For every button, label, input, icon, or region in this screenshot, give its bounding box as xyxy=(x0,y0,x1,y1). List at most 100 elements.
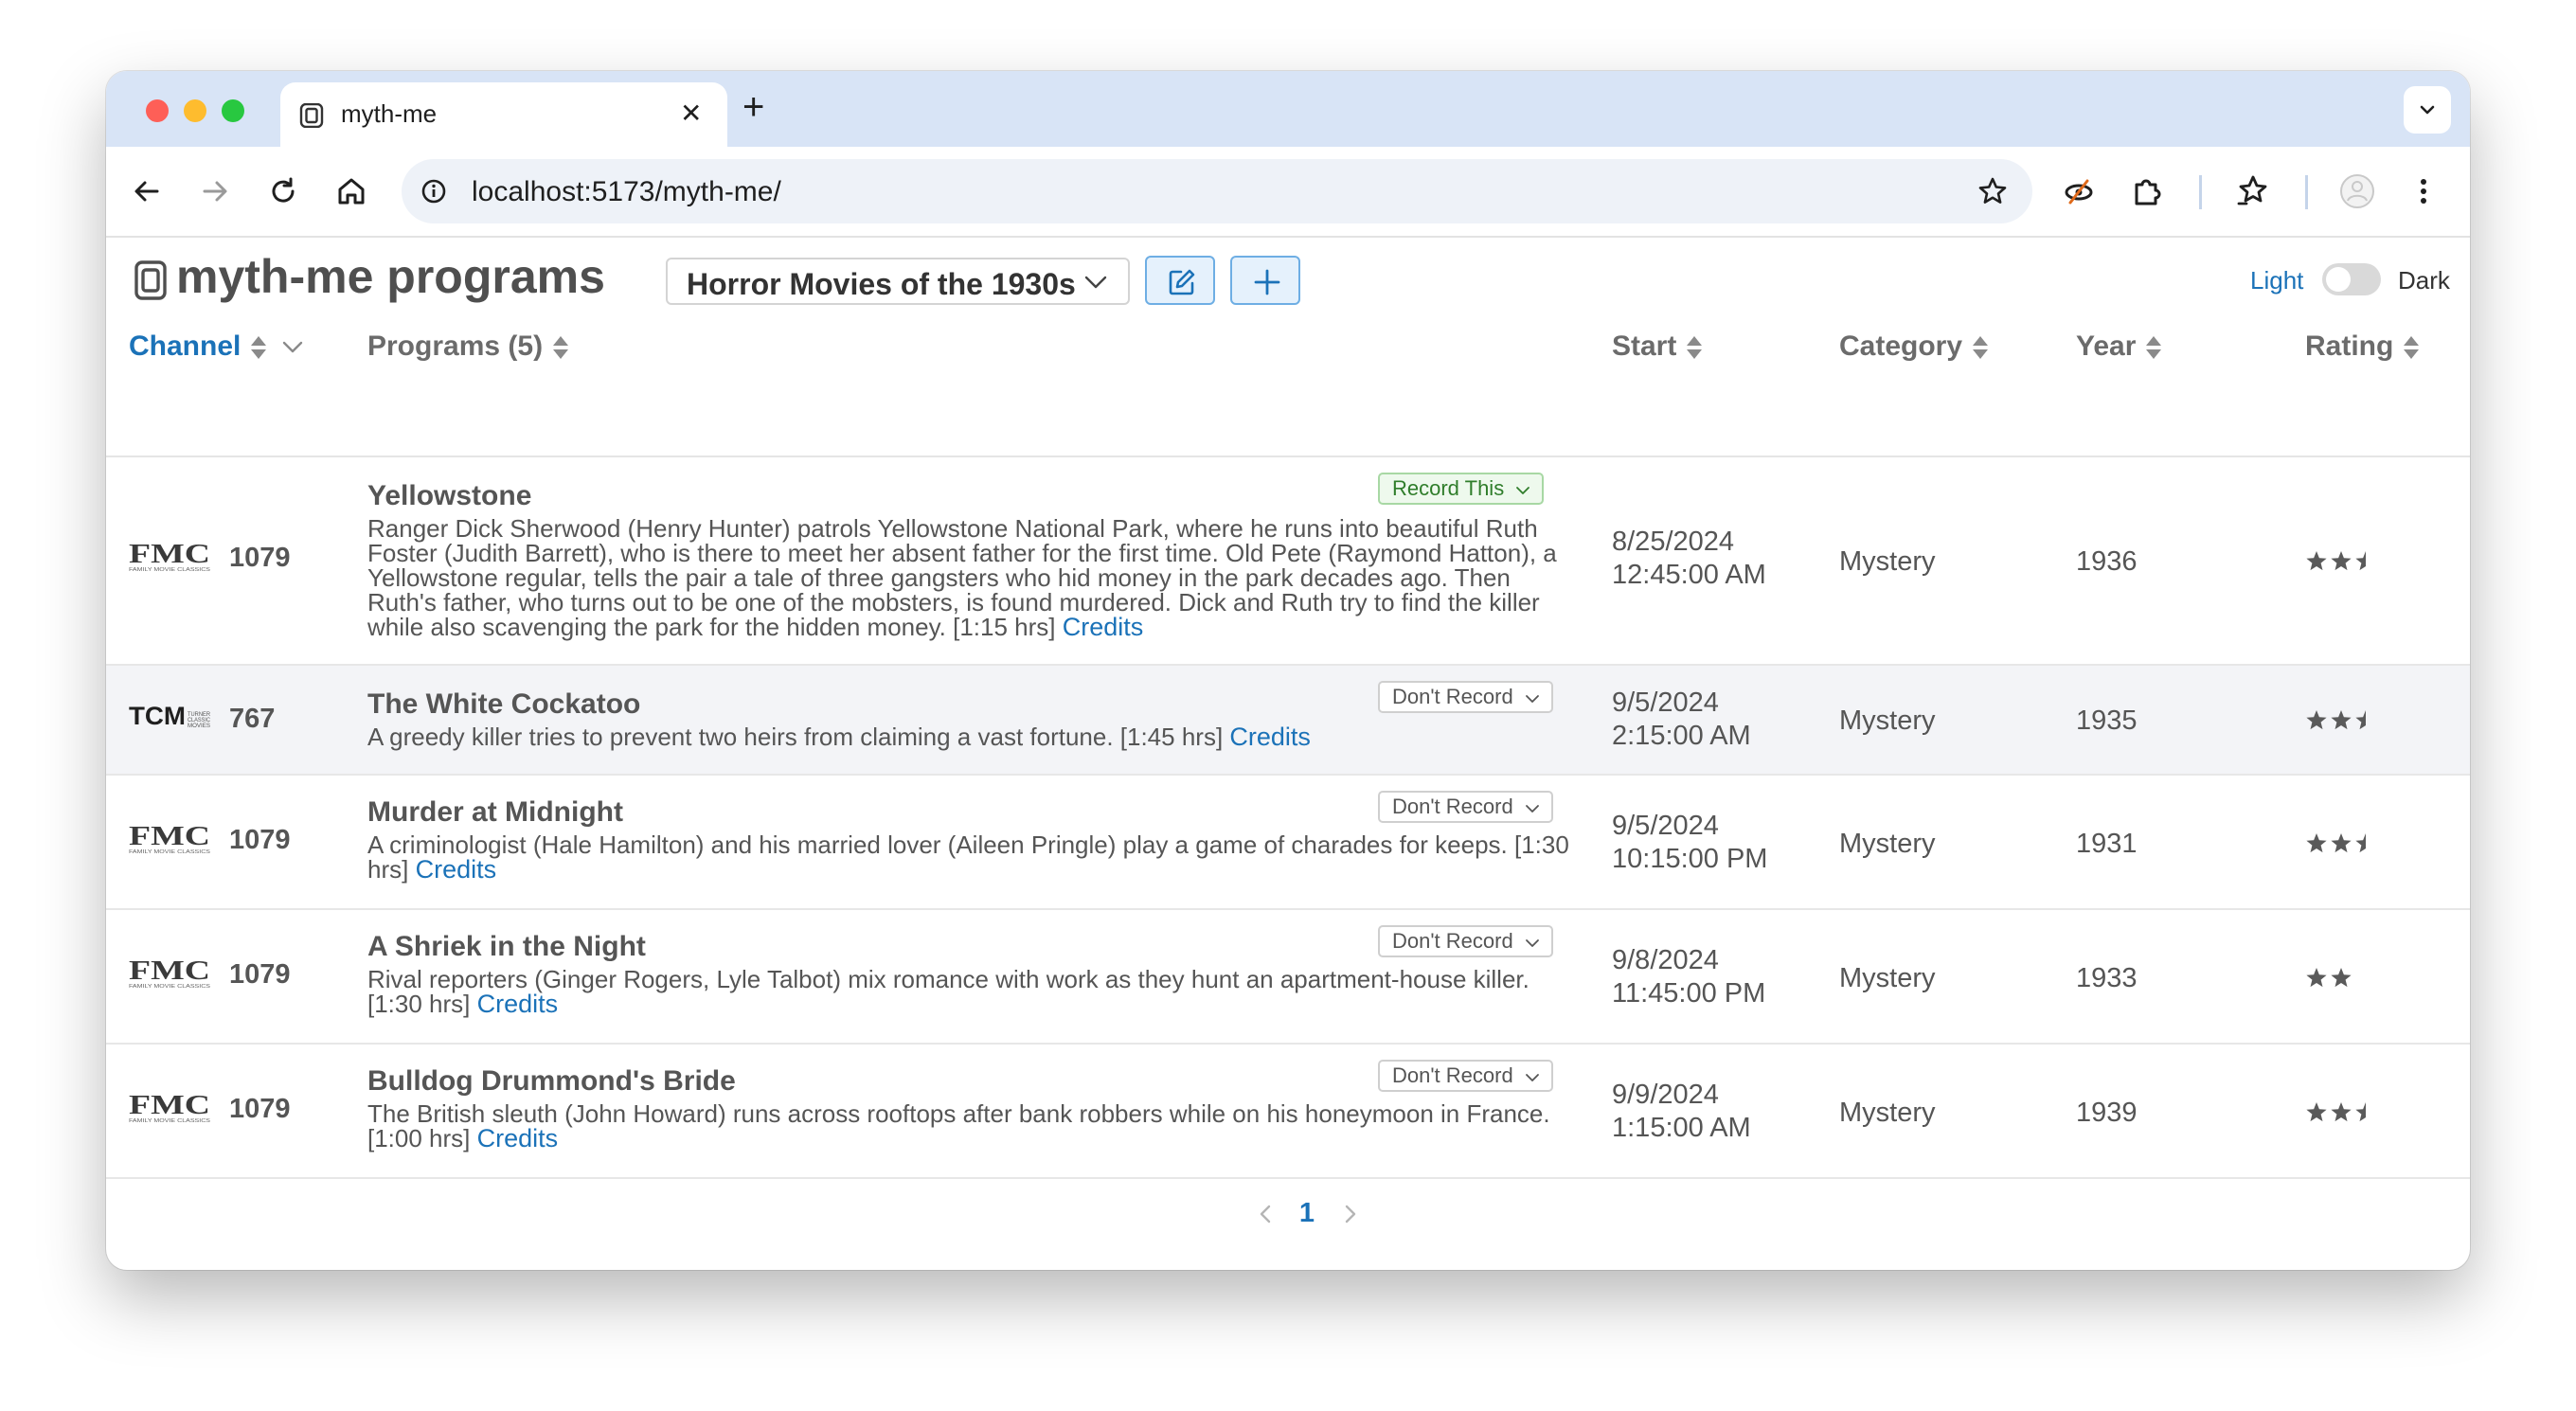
credits-link[interactable]: Credits xyxy=(416,855,497,884)
address-bar[interactable]: localhost:5173/myth-me/ xyxy=(402,159,2032,223)
svg-text:FMC: FMC xyxy=(129,541,210,569)
page-title: myth-me programs xyxy=(176,249,605,304)
column-header-programs[interactable]: Programs (5) xyxy=(367,330,569,363)
pagination-next-icon[interactable] xyxy=(1337,1202,1362,1226)
program-list-select[interactable]: Horror Movies of the 1930s xyxy=(666,258,1130,305)
bookmark-star-icon[interactable] xyxy=(1977,176,2008,206)
program-description: Ranger Dick Sherwood (Henry Hunter) patr… xyxy=(367,516,1570,641)
record-dropdown[interactable]: Don't Record xyxy=(1378,925,1553,957)
toolbar-separator xyxy=(2199,175,2202,209)
credits-link[interactable]: Credits xyxy=(477,1124,559,1152)
filter-chevron-down-icon[interactable] xyxy=(282,341,303,354)
chevron-down-icon xyxy=(1525,1074,1539,1081)
edit-list-button[interactable] xyxy=(1145,256,1215,305)
theme-toggle[interactable] xyxy=(2322,263,2381,295)
start-time: 12:45:00 AM xyxy=(1612,560,1766,590)
rating-stars xyxy=(2305,967,2354,990)
puzzle-icon xyxy=(2135,179,2161,205)
star-icon xyxy=(2331,833,2352,853)
category-cell: Mystery xyxy=(1839,706,1936,736)
tab-search-button[interactable] xyxy=(2404,86,2451,134)
channel-number: 1079 xyxy=(229,959,291,990)
tab-title: myth-me xyxy=(341,99,438,128)
table-row[interactable]: FMC FAMILY MOVIE CLASSICS 1079 A Shriek i… xyxy=(106,910,2470,1045)
rating-svg xyxy=(2306,551,2366,571)
table-row[interactable]: FMC FAMILY MOVIE CLASSICS 1079 Yellowston… xyxy=(106,457,2470,666)
column-header-category-label: Category xyxy=(1839,330,1963,362)
channel-number: 1079 xyxy=(229,543,291,573)
table-row[interactable]: FMC FAMILY MOVIE CLASSICS 1079 Bulldog Dr… xyxy=(106,1045,2470,1179)
minimize-window-button[interactable] xyxy=(184,99,206,122)
tab-close-icon[interactable]: ✕ xyxy=(680,99,702,128)
record-dropdown[interactable]: Don't Record xyxy=(1378,791,1553,823)
credits-link[interactable]: Credits xyxy=(477,990,559,1018)
browser-tab[interactable]: myth-me ✕ xyxy=(280,82,727,147)
half-star-icon xyxy=(2355,710,2366,730)
channel-number: 1079 xyxy=(229,825,291,855)
channel-number: 1079 xyxy=(229,1094,291,1124)
forward-button[interactable] xyxy=(195,171,235,211)
record-dropdown[interactable]: Don't Record xyxy=(1378,1060,1553,1092)
star-icon xyxy=(2306,710,2327,730)
table-row[interactable]: FMC FAMILY MOVIE CLASSICS 1079 Murder at … xyxy=(106,776,2470,910)
program-description-text: A criminologist (Hale Hamilton) and his … xyxy=(367,831,1569,884)
bookmarks-button[interactable] xyxy=(2233,171,2273,211)
program-description: The British sleuth (John Howard) runs ac… xyxy=(367,1101,1589,1152)
extension-button[interactable] xyxy=(2059,171,2099,211)
channel-logo: FMC FAMILY MOVIE CLASSICS xyxy=(129,1092,214,1124)
reload-button[interactable] xyxy=(263,171,303,211)
credits-link[interactable]: Credits xyxy=(1063,613,1144,641)
credits-link[interactable]: Credits xyxy=(1229,723,1311,751)
table-row[interactable]: TCM TURNER CLASSIC MOVIES 767 The White Coc… xyxy=(106,666,2470,776)
tab-strip: myth-me ✕ + xyxy=(106,71,2470,147)
home-button[interactable] xyxy=(331,171,371,211)
sort-icon[interactable] xyxy=(1686,335,1703,360)
sort-icon[interactable] xyxy=(2403,335,2420,360)
sort-icon[interactable] xyxy=(250,335,267,360)
extensions-menu-button[interactable] xyxy=(2127,171,2167,211)
column-header-year[interactable]: Year xyxy=(2076,330,2162,363)
close-window-button[interactable] xyxy=(146,99,169,122)
column-header-programs-label: Programs (5) xyxy=(367,330,544,362)
program-title: A Shriek in the Night xyxy=(367,931,646,962)
more-vertical-icon xyxy=(2421,179,2426,204)
half-star-icon xyxy=(2355,1102,2366,1122)
column-header-channel[interactable]: Channel xyxy=(129,330,303,363)
chevron-down-icon xyxy=(1084,276,1107,289)
site-info-icon[interactable] xyxy=(420,178,447,205)
section-name: programs xyxy=(386,250,605,303)
add-list-button[interactable] xyxy=(1230,256,1300,305)
pagination-prev-icon[interactable] xyxy=(1254,1202,1279,1226)
record-dropdown[interactable]: Don't Record xyxy=(1378,681,1553,713)
column-header-category[interactable]: Category xyxy=(1839,330,1989,363)
sort-icon[interactable] xyxy=(1972,335,1989,360)
fmc-logo-icon: FMCFAMILY MOVIE CLASSICS xyxy=(129,541,210,573)
rating-svg xyxy=(2306,710,2366,730)
program-title: The White Cockatoo xyxy=(367,688,641,720)
column-header-start[interactable]: Start xyxy=(1612,330,1703,363)
star-icon xyxy=(2331,551,2352,571)
start-date: 9/8/2024 xyxy=(1612,945,1719,975)
record-dropdown[interactable]: Record This xyxy=(1378,473,1545,505)
start-time: 2:15:00 AM xyxy=(1612,721,1751,751)
browser-menu-button[interactable] xyxy=(2404,171,2443,211)
pagination-page-1[interactable]: 1 xyxy=(1280,1198,1333,1229)
extension-eye-icon xyxy=(2065,179,2093,205)
start-datetime: 9/8/2024 11:45:00 PM xyxy=(1612,944,1765,1010)
column-header-rating[interactable]: Rating xyxy=(2305,330,2420,363)
program-title: Bulldog Drummond's Bride xyxy=(367,1065,736,1097)
start-date: 9/5/2024 xyxy=(1612,811,1719,841)
program-title: Murder at Midnight xyxy=(367,796,623,828)
zoom-window-button[interactable] xyxy=(222,99,244,122)
profile-button[interactable] xyxy=(2337,171,2377,211)
sort-icon[interactable] xyxy=(2145,335,2162,360)
sort-icon[interactable] xyxy=(552,335,569,360)
svg-text:FMC: FMC xyxy=(129,957,210,986)
fmc-logo-icon: FMCFAMILY MOVIE CLASSICS xyxy=(129,957,210,990)
program-description: A criminologist (Hale Hamilton) and his … xyxy=(367,831,1589,884)
half-star-icon xyxy=(2355,833,2366,853)
back-button[interactable] xyxy=(127,171,167,211)
chevron-down-icon xyxy=(1525,695,1539,703)
new-tab-button[interactable]: + xyxy=(742,86,764,128)
url-text[interactable]: localhost:5173/myth-me/ xyxy=(472,176,781,208)
